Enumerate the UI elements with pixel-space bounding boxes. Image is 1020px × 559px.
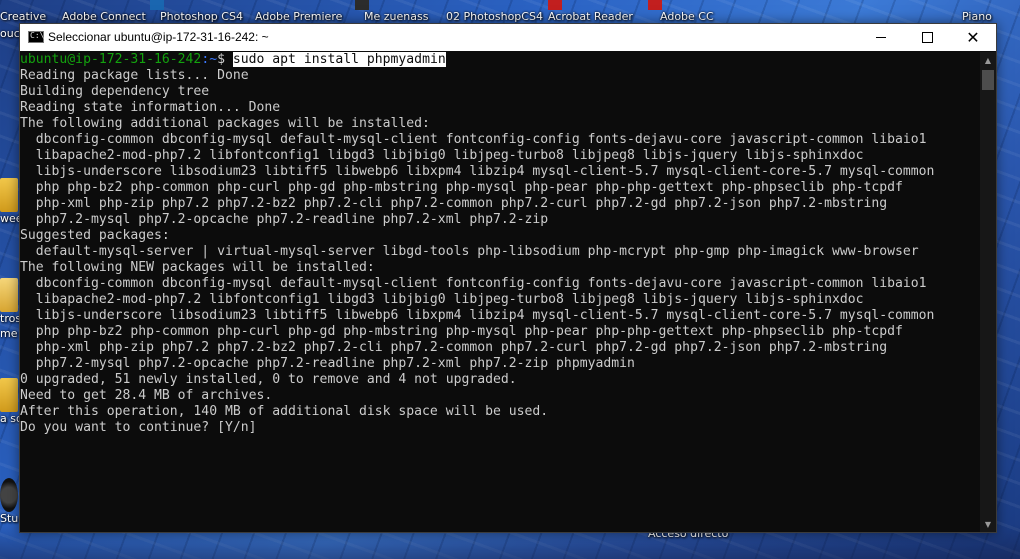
- desktop-icon-label[interactable]: Adobe Connect: [62, 10, 146, 23]
- output-line: 0 upgraded, 51 newly installed, 0 to rem…: [20, 372, 517, 387]
- output-line: After this operation, 140 MB of addition…: [20, 404, 549, 419]
- close-icon: ✕: [966, 27, 980, 47]
- desktop-icon-label[interactable]: 02 PhotoshopCS4: [446, 10, 543, 23]
- desktop-icon-label[interactable]: Photoshop CS4: [160, 10, 243, 23]
- desktop-side-label[interactable]: tros: [0, 312, 21, 325]
- output-line: The following additional packages will b…: [20, 116, 430, 131]
- folder-icon: [355, 0, 369, 10]
- desktop-top-icons: Creative Adobe Connect Photoshop CS4 Ado…: [0, 0, 1020, 24]
- terminal-output[interactable]: ubuntu@ip-172-31-16-242:~$ sudo apt inst…: [20, 52, 980, 532]
- maximize-button[interactable]: [904, 24, 950, 51]
- title-bar[interactable]: Seleccionar ubuntu@ip-172-31-16-242: ~ ✕: [20, 24, 996, 51]
- prompt-symbol: $: [217, 52, 233, 67]
- output-line: libapache2-mod-php7.2 libfontconfig1 lib…: [20, 292, 864, 307]
- output-line: Do you want to continue? [Y/n]: [20, 420, 257, 435]
- terminal-window[interactable]: Seleccionar ubuntu@ip-172-31-16-242: ~ ✕…: [19, 23, 997, 533]
- output-line: dbconfig-common dbconfig-mysql default-m…: [20, 132, 927, 147]
- desktop-side-label[interactable]: me: [0, 327, 17, 340]
- output-line: php php-bz2 php-common php-curl php-gd p…: [20, 324, 903, 339]
- scroll-down-arrow-icon[interactable]: ▼: [980, 516, 996, 532]
- desktop-side-label[interactable]: ouc: [0, 27, 20, 40]
- command-line: ubuntu@ip-172-31-16-242:~$ sudo apt inst…: [20, 52, 980, 68]
- adobe-cc-icon: [648, 0, 662, 10]
- obs-studio-icon[interactable]: [0, 478, 18, 512]
- desktop-icon-label[interactable]: Adobe Premiere: [255, 10, 342, 23]
- desktop-icon-label[interactable]: Piano: [962, 10, 992, 23]
- folder-icon[interactable]: [0, 378, 18, 412]
- output-line: Suggested packages:: [20, 228, 170, 243]
- prompt-path: :~: [201, 52, 218, 67]
- output-line: libjs-underscore libsodium23 libtiff5 li…: [20, 164, 935, 179]
- output-line: Need to get 28.4 MB of archives.: [20, 388, 273, 403]
- output-line: php7.2-mysql php7.2-opcache php7.2-readl…: [20, 356, 635, 371]
- output-line: default-mysql-server | virtual-mysql-ser…: [20, 244, 919, 259]
- desktop-icon-label[interactable]: Creative: [0, 10, 46, 23]
- acrobat-icon: [548, 0, 562, 10]
- minimize-button[interactable]: [858, 24, 904, 51]
- output-line: php php-bz2 php-common php-curl php-gd p…: [20, 180, 903, 195]
- output-line: Building dependency tree: [20, 84, 210, 99]
- folder-icon[interactable]: [0, 178, 18, 212]
- close-button[interactable]: ✕: [950, 24, 996, 51]
- scrollbar-thumb[interactable]: [982, 70, 994, 90]
- output-line: dbconfig-common dbconfig-mysql default-m…: [20, 276, 927, 291]
- photoshop-icon: [150, 0, 164, 10]
- output-lines: Reading package lists... Done Building de…: [20, 68, 980, 436]
- output-line: php-xml php-zip php7.2 php7.2-bz2 php7.2…: [20, 340, 888, 355]
- output-line: Reading package lists... Done: [20, 68, 249, 83]
- desktop-icon-label[interactable]: Acrobat Reader: [548, 10, 633, 23]
- output-line: Reading state information... Done: [20, 100, 281, 115]
- desktop-side-label[interactable]: Stu: [0, 512, 18, 525]
- scroll-up-arrow-icon[interactable]: ▲: [980, 52, 996, 68]
- output-line: php7.2-mysql php7.2-opcache php7.2-readl…: [20, 212, 549, 227]
- minimize-icon: [876, 37, 886, 38]
- folder-icon[interactable]: [0, 278, 18, 312]
- maximize-icon: [921, 32, 933, 43]
- output-line: libjs-underscore libsodium23 libtiff5 li…: [20, 308, 935, 323]
- desktop-icon-label[interactable]: Me zuenass: [364, 10, 428, 23]
- vertical-scrollbar[interactable]: ▲ ▼: [980, 52, 996, 532]
- selected-command[interactable]: sudo apt install phpmyadmin: [232, 52, 446, 67]
- output-line: libapache2-mod-php7.2 libfontconfig1 lib…: [20, 148, 864, 163]
- console-icon[interactable]: [28, 31, 44, 43]
- output-line: php-xml php-zip php7.2 php7.2-bz2 php7.2…: [20, 196, 888, 211]
- window-title: Seleccionar ubuntu@ip-172-31-16-242: ~: [48, 30, 269, 44]
- desktop-icon-label[interactable]: Adobe CC: [660, 10, 714, 23]
- prompt-user: ubuntu@ip-172-31-16-242: [20, 52, 202, 67]
- output-line: The following NEW packages will be insta…: [20, 260, 375, 275]
